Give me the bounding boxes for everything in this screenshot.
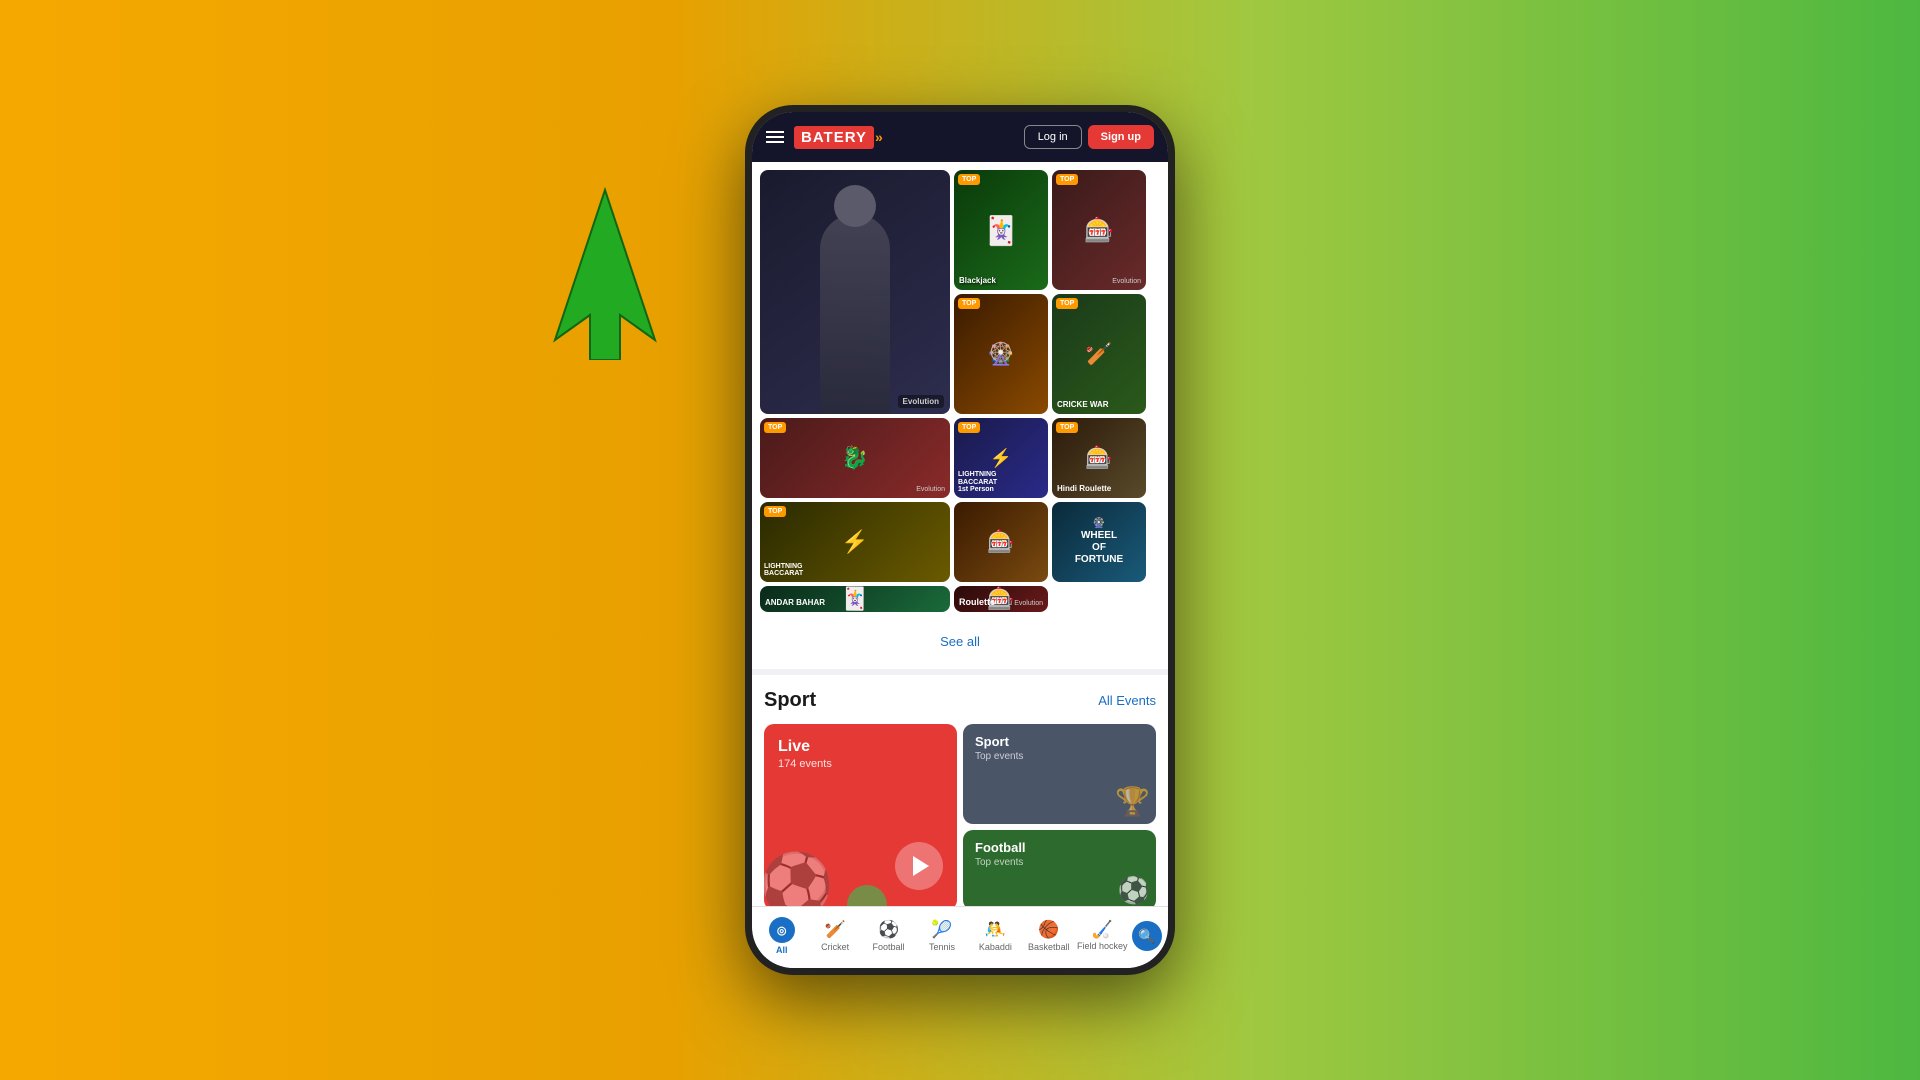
phone-screen: BATERY » Log in Sign up <box>752 112 1168 968</box>
signup-button[interactable]: Sign up <box>1088 125 1154 149</box>
nav-label-tennis: Tennis <box>929 942 955 952</box>
nav-label-cricket: Cricket <box>821 942 849 952</box>
football-card-subtitle: Top events <box>975 857 1144 868</box>
games-section: Evolution 🃏 TOP Blackjack 🎰 TOP Evolutio… <box>752 162 1168 620</box>
bottom-nav: ◎ All 🏏 Cricket ⚽ Football 🎾 Tennis � <box>752 906 1168 968</box>
sport-top-events-card[interactable]: Sport Top events 🏆 <box>963 724 1156 824</box>
nav-item-all[interactable]: ◎ All <box>755 917 808 955</box>
header-auth-buttons: Log in Sign up <box>1024 125 1154 149</box>
nav-item-football[interactable]: ⚽ Football <box>862 920 915 952</box>
nav-label-all: All <box>776 945 788 955</box>
play-button[interactable] <box>895 842 943 890</box>
sport-section: Sport All Events Live 174 events ⚽ <box>752 675 1168 906</box>
game-card-hindi-roulette[interactable]: 🎰 TOP Hindi Roulette <box>1052 418 1146 498</box>
game-card-andar-bahar[interactable]: 🃏 ANDAR BAHAR <box>760 586 950 612</box>
games-grid: Evolution 🃏 TOP Blackjack 🎰 TOP Evolutio… <box>760 170 1160 612</box>
nav-item-cricket[interactable]: 🏏 Cricket <box>808 920 861 952</box>
nav-label-field-hockey: Field hockey <box>1077 942 1128 952</box>
see-all-button[interactable]: See all <box>760 622 1160 661</box>
live-card-count: 174 events <box>778 758 943 770</box>
game-card-lightning-baccarat2[interactable]: ⚡ TOP LIGHTNINGBACCARAT <box>760 502 950 582</box>
hamburger-menu[interactable] <box>766 131 784 143</box>
game-card-lightning-baccarat-fp[interactable]: ⚡ TOP LIGHTNINGBACCARAT1st Person <box>954 418 1048 498</box>
nav-label-kabaddi: Kabaddi <box>979 942 1012 952</box>
all-events-link[interactable]: All Events <box>1098 693 1156 708</box>
sport-section-title: Sport <box>764 689 816 712</box>
sport-cards-grid: Live 174 events ⚽ Sport T <box>764 724 1156 906</box>
football-card-title: Football <box>975 840 1144 855</box>
nav-item-tennis[interactable]: 🎾 Tennis <box>915 920 968 952</box>
see-all-section: See all <box>752 620 1168 669</box>
game-card-wheel-of-fortune[interactable]: 🎡 WHEELOFFORTUNE <box>1052 502 1146 582</box>
login-button[interactable]: Log in <box>1024 125 1082 149</box>
live-sport-card[interactable]: Live 174 events ⚽ <box>764 724 957 906</box>
phone-frame: BATERY » Log in Sign up <box>745 105 1175 975</box>
nav-label-basketball: Basketball <box>1028 942 1070 952</box>
game-card-crazy-time[interactable]: 🎡 TOP <box>954 294 1048 414</box>
game-card-marist-roulette[interactable]: 🎰 <box>954 502 1048 582</box>
game-card-casino-escape[interactable]: 🎰 TOP Evolution <box>1052 170 1146 290</box>
game-card-blackjack[interactable]: 🃏 TOP Blackjack <box>954 170 1048 290</box>
app-logo: BATERY » <box>794 126 883 149</box>
football-top-events-card[interactable]: Football Top events ⚽ <box>963 830 1156 906</box>
game-card-dragon-tiger[interactable]: 🐉 TOP Evolution <box>760 418 950 498</box>
live-card-title: Live <box>778 738 943 756</box>
nav-item-basketball[interactable]: 🏀 Basketball <box>1022 920 1075 952</box>
nav-search-button[interactable]: 🔍 <box>1132 921 1162 951</box>
game-card-roulette[interactable]: 🎰 Roulette Evolution <box>954 586 1048 612</box>
sport-card-subtitle: Top events <box>975 751 1144 762</box>
game-card-cricket-war[interactable]: 🏏 TOP CRICKE WAR <box>1052 294 1146 414</box>
main-scroll: Evolution 🃏 TOP Blackjack 🎰 TOP Evolutio… <box>752 162 1168 906</box>
game-card-evolution[interactable]: Evolution <box>760 170 950 414</box>
nav-item-field-hockey[interactable]: 🏑 Field hockey <box>1076 920 1129 952</box>
app-header: BATERY » Log in Sign up <box>752 112 1168 162</box>
sport-section-header: Sport All Events <box>764 689 1156 712</box>
nav-item-kabaddi[interactable]: 🤼 Kabaddi <box>969 920 1022 952</box>
sport-card-title: Sport <box>975 734 1144 749</box>
nav-label-football: Football <box>873 942 905 952</box>
